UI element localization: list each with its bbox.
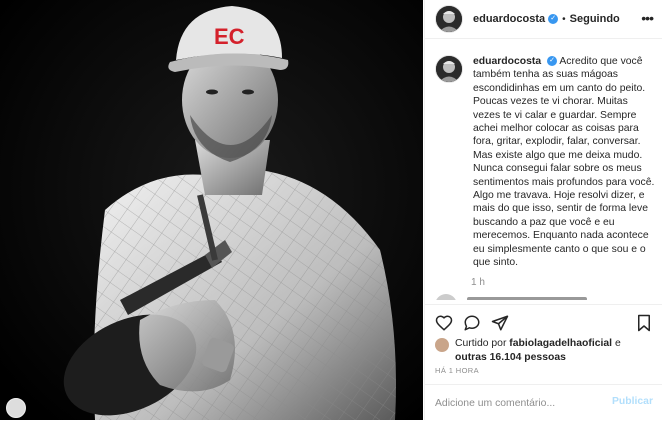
share-icon[interactable] (491, 314, 509, 332)
publish-button[interactable]: Publicar (612, 396, 653, 407)
comment-input[interactable] (435, 395, 605, 411)
comment-text-cutoff (467, 297, 587, 300)
likes-connector: e (614, 338, 621, 349)
caption-body: Acredito que você também tenha as suas m… (473, 56, 655, 269)
avatar-image (436, 6, 462, 32)
liker-avatar[interactable] (435, 338, 449, 352)
comment-avatar (435, 294, 457, 300)
likes-summary: Curtido por fabiolagadelhaoficial e outr… (435, 337, 621, 365)
post-detail-panel: eduardocosta ✓ • Seguindo ••• eduardocos… (424, 0, 662, 420)
caption-avatar[interactable] (435, 55, 463, 83)
heart-icon[interactable] (435, 314, 453, 332)
post-photo[interactable]: EC (0, 0, 423, 420)
cap-logo: EC (214, 24, 245, 49)
likes-text: Curtido por fabiolagadelhaoficial e outr… (455, 337, 621, 365)
caption: eduardocosta ✓ Acredito que você também … (435, 55, 657, 270)
posted-timestamp[interactable]: HÁ 1 HORA (435, 366, 479, 375)
profile-avatar[interactable] (435, 5, 463, 33)
comment-icon[interactable] (463, 314, 481, 332)
likes-others[interactable]: outras 16.104 pessoas (455, 352, 566, 363)
avatar-image (436, 56, 462, 82)
following-button[interactable]: Seguindo (570, 13, 620, 25)
caption-username[interactable]: eduardocosta (473, 56, 541, 67)
comment-preview (435, 294, 657, 300)
bookmark-icon[interactable] (636, 314, 652, 332)
singer-photo-illustration: EC (0, 0, 423, 420)
more-options-icon[interactable]: ••• (641, 10, 654, 26)
action-bar (425, 304, 662, 341)
post-header: eduardocosta ✓ • Seguindo ••• (425, 0, 662, 39)
likes-prefix: Curtido por (455, 338, 507, 349)
liker-username[interactable]: fabiolagadelhaoficial (509, 338, 612, 349)
separator-dot: • (562, 13, 566, 25)
verified-badge-icon: ✓ (548, 14, 559, 24)
add-comment-bar: Publicar (425, 384, 662, 421)
caption-time: 1 h (471, 277, 485, 288)
verified-badge-icon: ✓ (547, 56, 558, 67)
caption-text-block: eduardocosta ✓ Acredito que você também … (473, 55, 657, 270)
corner-avatar (6, 398, 26, 418)
header-username[interactable]: eduardocosta (473, 13, 545, 25)
